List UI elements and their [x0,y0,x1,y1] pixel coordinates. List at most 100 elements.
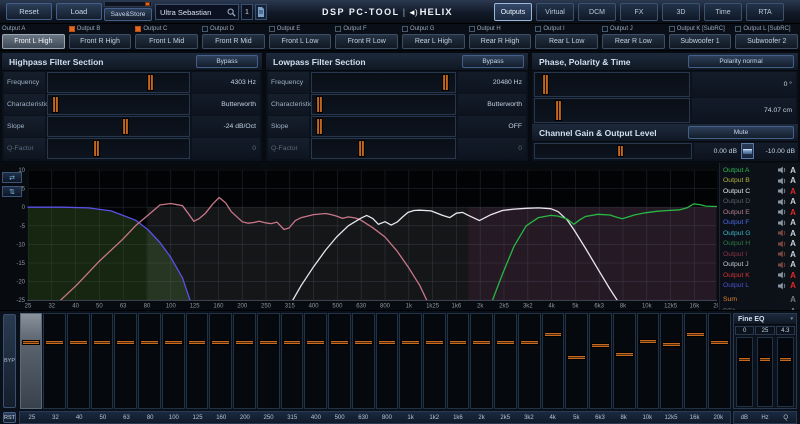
slider-handle[interactable] [316,96,323,113]
eq-band-handle[interactable] [520,340,539,345]
slider-track[interactable] [47,138,190,159]
lowpass-bypass-button[interactable]: Bypass [462,55,524,68]
eq-band-630[interactable] [352,313,375,409]
reset-button[interactable]: Reset [6,3,52,20]
fine-eq-slider-db[interactable] [736,337,753,407]
channel-a-badge[interactable]: A [788,218,798,227]
eq-band-handle[interactable] [686,332,705,337]
output-checkbox[interactable] [669,26,675,32]
legend-row[interactable]: Output IA [723,249,798,260]
output-tab-button[interactable]: Front R High [69,34,132,49]
gain-slider-track[interactable] [534,143,692,159]
eq-band-handle[interactable] [615,352,634,357]
output-tab[interactable]: Output HRear R High [467,24,534,50]
legend-row[interactable]: Output DA [723,197,798,208]
eq-band-handle[interactable] [235,340,254,345]
output-tab[interactable]: Output CFront L Mid [133,24,200,50]
load-button[interactable]: Load [56,3,102,20]
eq-reset-button[interactable]: RST [3,412,16,423]
eq-band-500[interactable] [328,313,351,409]
output-checkbox[interactable] [69,26,75,32]
eq-band-handle[interactable] [259,340,278,345]
output-tab-button[interactable]: Front L High [2,34,65,49]
response-graph[interactable]: 2532405063801001251602002503154005006308… [0,163,718,310]
eq-band-handle[interactable] [425,340,444,345]
output-tab-button[interactable]: Rear R High [469,34,532,49]
output-tab-button[interactable]: Subwoofer 2 [735,34,798,49]
output-checkbox[interactable] [269,26,275,32]
legend-row[interactable]: Output KA [723,270,798,281]
legend-row[interactable]: Output GA [723,228,798,239]
eq-band-50[interactable] [91,313,114,409]
fine-eq-handle[interactable] [738,357,751,362]
eq-band-40[interactable] [67,313,90,409]
fine-eq-handle[interactable] [759,357,772,362]
legend-row-sum[interactable]: SumA [723,294,798,305]
eq-band-handle[interactable] [354,340,373,345]
channel-a-badge[interactable]: A [788,281,798,290]
eq-band-handle[interactable] [306,340,325,345]
legend-mute-toggle[interactable] [777,166,788,174]
slider-handle[interactable] [122,118,129,135]
eq-band-20k[interactable] [708,313,731,409]
eq-band-100[interactable] [162,313,185,409]
eq-band-8k[interactable] [613,313,636,409]
fine-eq-slider-hz[interactable] [757,337,774,407]
fine-eq-slider-q[interactable] [777,337,794,407]
eq-band-handle[interactable] [472,340,491,345]
eq-band-63[interactable] [114,313,137,409]
slider-handle[interactable] [442,74,449,91]
preset-dropdown[interactable] [104,1,152,7]
output-tab[interactable]: Output BFront R High [67,24,134,50]
eq-band-200[interactable] [233,313,256,409]
fine-eq-handle[interactable] [779,357,792,362]
nav-tab-time[interactable]: Time [704,3,742,21]
channel-a-badge[interactable]: A [788,208,798,217]
eq-band-handle[interactable] [330,340,349,345]
legend-row[interactable]: Output FA [723,218,798,229]
nav-tab-outputs[interactable]: Outputs [494,3,532,21]
eq-band-handle[interactable] [401,340,420,345]
slider-track[interactable] [47,72,190,93]
eq-band-handle[interactable] [69,340,88,345]
eq-band-400[interactable] [304,313,327,409]
slider-track[interactable] [311,72,456,93]
eq-band-2k5[interactable] [494,313,517,409]
eq-band-4k[interactable] [542,313,565,409]
slider-handle[interactable] [93,140,100,157]
output-tab-button[interactable]: Front R Mid [202,34,265,49]
nav-tab-fx[interactable]: FX [620,3,658,21]
eq-band-handle[interactable] [283,340,302,345]
channel-a-badge[interactable]: A [788,250,798,259]
output-tab-button[interactable]: Subwoofer 1 [669,34,732,49]
highpass-bypass-button[interactable]: Bypass [196,55,258,68]
legend-row[interactable]: Output AA [723,165,798,176]
mute-button[interactable]: Mute [688,126,794,139]
document-icon[interactable] [255,4,267,20]
eq-bypass-button[interactable]: BYP [3,314,16,408]
channel-a-badge[interactable]: A [788,187,798,196]
legend-row[interactable]: Output CA [723,186,798,197]
setup-name-input[interactable]: Ultra Sebastian [155,4,239,20]
channel-a-badge[interactable]: A [788,166,798,175]
polarity-button[interactable]: Polarity normal [688,55,794,68]
slider-track[interactable] [311,94,456,115]
eq-band-6k3[interactable] [589,313,612,409]
slider-handle[interactable] [358,140,365,157]
slider-track[interactable] [534,98,690,123]
eq-band-10k[interactable] [637,313,660,409]
legend-row[interactable]: Output BA [723,176,798,187]
slider-track[interactable] [311,116,456,137]
eq-band-handle[interactable] [45,340,64,345]
eq-band-handle[interactable] [211,340,230,345]
output-tab[interactable]: Output EFront L Low [267,24,334,50]
legend-mute-toggle[interactable] [777,240,788,248]
save-store-button[interactable]: Save&Store [104,8,152,21]
output-tab[interactable]: Output FFront R Low [333,24,400,50]
legend-mute-toggle[interactable] [777,219,788,227]
eq-band-315[interactable] [281,313,304,409]
gain-slider-handle[interactable] [617,145,624,157]
eq-band-handle[interactable] [544,332,563,337]
eq-band-160[interactable] [209,313,232,409]
eq-band-1k[interactable] [399,313,422,409]
